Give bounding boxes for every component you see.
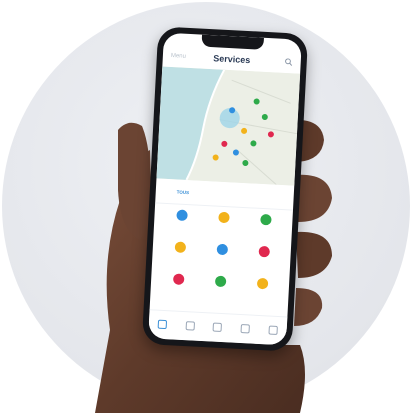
service-icon xyxy=(172,273,184,285)
page-title: Services xyxy=(213,53,251,66)
bottom-navigation xyxy=(148,309,288,346)
menu-button[interactable]: Menu xyxy=(171,53,186,60)
services-icon xyxy=(185,320,195,331)
service-icon xyxy=(256,277,268,290)
home-icon xyxy=(157,319,168,329)
map-view[interactable] xyxy=(156,66,301,186)
service-icon xyxy=(217,211,230,224)
category-tabs: Tous xyxy=(155,180,295,211)
service-icon xyxy=(174,241,186,253)
service-item[interactable] xyxy=(158,241,202,275)
service-icon xyxy=(259,213,272,226)
tab-all[interactable]: Tous xyxy=(176,189,190,196)
service-item[interactable] xyxy=(199,243,243,277)
nav-item[interactable] xyxy=(185,320,195,332)
nav-item[interactable] xyxy=(240,323,251,335)
tab-all-label: Tous xyxy=(176,189,190,195)
pin-icon xyxy=(213,322,223,332)
phone-notch xyxy=(201,34,264,50)
service-item[interactable] xyxy=(243,213,287,247)
service-item[interactable] xyxy=(198,275,242,309)
nav-item[interactable] xyxy=(157,319,168,330)
service-item[interactable] xyxy=(156,273,200,307)
search-icon[interactable] xyxy=(285,58,293,66)
service-icon xyxy=(216,243,228,256)
service-item[interactable] xyxy=(201,211,245,245)
service-icon xyxy=(214,275,226,288)
service-icon xyxy=(175,209,188,222)
services-grid xyxy=(156,209,287,311)
photo-scene: Menu Services TOUS xyxy=(0,0,413,413)
nav-item[interactable] xyxy=(213,322,223,333)
service-item[interactable] xyxy=(159,209,203,243)
bell-icon xyxy=(240,323,251,333)
phone-screen: Menu Services TOUS xyxy=(148,32,302,346)
service-icon xyxy=(257,245,270,258)
smartphone: Menu Services TOUS xyxy=(141,26,309,352)
nav-item[interactable] xyxy=(268,324,278,336)
service-item[interactable] xyxy=(241,245,285,279)
service-item[interactable] xyxy=(240,277,284,311)
user-icon xyxy=(268,324,278,335)
